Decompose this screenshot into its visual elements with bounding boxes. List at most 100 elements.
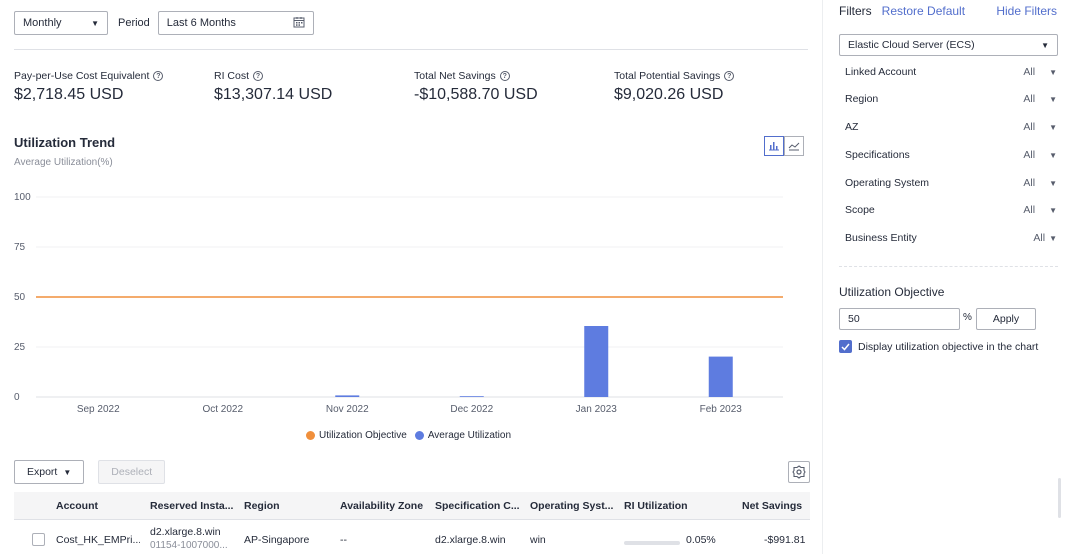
y-tick-label: 50: [14, 292, 26, 303]
display-objective-option[interactable]: Display utilization objective in the cha…: [839, 340, 1038, 353]
chevron-down-icon: ▼: [1049, 205, 1057, 215]
filter-label: AZ: [845, 121, 859, 133]
chevron-down-icon: ▼: [63, 467, 72, 477]
period-select[interactable]: Last 6 Months: [157, 11, 314, 35]
cell-region: AP-Singapore: [244, 534, 310, 546]
filter-value: All: [1023, 66, 1036, 78]
granularity-value: Monthly: [23, 17, 62, 29]
stat-ri-cost: RI Cost? $13,307.14 USD: [214, 70, 414, 104]
cell-os: win: [530, 534, 546, 546]
column-header[interactable]: Reserved Insta...: [150, 500, 233, 512]
legend-item-average[interactable]: Average Utilization: [414, 430, 512, 441]
stat-label: Total Potential Savings: [614, 70, 721, 82]
filter-az[interactable]: AZ All ▼: [845, 121, 1057, 133]
filter-label: Scope: [845, 204, 875, 216]
column-header[interactable]: Specification C...: [435, 500, 520, 512]
chevron-down-icon: ▼: [1041, 40, 1049, 50]
stat-label: RI Cost: [214, 70, 250, 82]
cell-utilization: 0.05%: [686, 534, 716, 546]
help-icon[interactable]: ?: [724, 71, 735, 81]
y-tick-label: 25: [14, 342, 26, 353]
filter-value: All: [1023, 177, 1036, 189]
cell-account: Cost_HK_EMPri...: [56, 534, 140, 546]
checkbox-checked-icon[interactable]: [839, 340, 852, 353]
filters-title: Filters: [839, 4, 872, 18]
hide-filters-link[interactable]: Hide Filters: [996, 4, 1057, 18]
chevron-down-icon: ▼: [1049, 178, 1057, 188]
stat-net-savings: Total Net Savings? -$10,588.70 USD: [414, 70, 614, 104]
x-tick-label: Feb 2023: [700, 404, 743, 415]
stat-value: $13,307.14 USD: [214, 86, 333, 103]
granularity-select[interactable]: Monthly ▼: [14, 11, 108, 35]
filter-operating-system[interactable]: Operating System All ▼: [845, 177, 1057, 189]
filter-region[interactable]: Region All ▼: [845, 93, 1057, 105]
bar-average-utilization: [335, 395, 360, 397]
column-header[interactable]: RI Utilization: [624, 500, 688, 512]
deselect-label: Deselect: [111, 466, 153, 478]
restore-default-link[interactable]: Restore Default: [882, 4, 965, 18]
filter-label: Region: [845, 93, 879, 105]
chart-subtitle: Average Utilization(%): [14, 157, 113, 168]
bar-average-utilization: [459, 396, 484, 397]
legend-label: Utilization Objective: [319, 430, 407, 441]
chart-type-toggle: [764, 136, 804, 156]
filter-value: All: [1023, 204, 1036, 216]
y-tick-label: 0: [14, 392, 20, 403]
period-value: Last 6 Months: [166, 17, 236, 29]
export-button[interactable]: Export ▼: [14, 460, 85, 484]
table-header: Account Reserved Insta... Region Availab…: [14, 492, 810, 520]
bar-average-utilization: [584, 326, 609, 397]
chevron-down-icon: ▼: [1049, 67, 1057, 77]
percent-symbol: %: [963, 312, 972, 323]
filter-scope[interactable]: Scope All ▼: [845, 204, 1057, 216]
x-tick-label: Dec 2022: [450, 404, 493, 415]
column-header[interactable]: Net Savings: [742, 500, 802, 512]
cell-reserved-instance[interactable]: d2.xlarge.8.win: [150, 526, 221, 538]
cell-reserved-instance-id: 01154-1007000...: [150, 540, 228, 551]
deselect-button[interactable]: Deselect: [98, 460, 166, 484]
divider: [839, 266, 1058, 267]
stat-potential-savings: Total Potential Savings? $9,020.26 USD: [614, 70, 814, 104]
y-tick-label: 75: [14, 242, 26, 253]
filter-business-entity[interactable]: Business Entity All ▼: [845, 232, 1057, 244]
legend-label: Average Utilization: [427, 430, 512, 441]
main-panel: Monthly ▼ Period Last 6 Months Pay-per-U…: [0, 0, 822, 554]
help-icon[interactable]: ?: [499, 71, 510, 81]
stat-label: Pay-per-Use Cost Equivalent: [14, 70, 150, 82]
x-tick-label: Oct 2022: [202, 404, 243, 415]
row-checkbox[interactable]: [32, 533, 45, 546]
utilization-chart: 0 25 50 75 100 Sep 2022 Oct 2022 Nov 2022 Dec 20…: [14, 192, 783, 415]
legend-dot: [414, 431, 424, 440]
stat-value: -$10,588.70 USD: [414, 86, 538, 103]
scrollbar[interactable]: [1058, 478, 1061, 518]
bar-chart-icon[interactable]: [764, 136, 784, 156]
help-icon[interactable]: ?: [253, 71, 264, 81]
filter-specifications[interactable]: Specifications All ▼: [845, 149, 1057, 161]
help-icon[interactable]: ?: [153, 71, 164, 81]
chevron-down-icon: ▼: [91, 18, 99, 28]
filter-value: All: [1033, 232, 1046, 244]
filter-label: Operating System: [845, 177, 930, 189]
filter-label: Business Entity: [845, 232, 917, 244]
table-toolbar: Export ▼ Deselect: [14, 460, 810, 484]
objective-input[interactable]: 50: [839, 308, 960, 330]
gear-icon[interactable]: [788, 461, 810, 483]
legend-item-objective[interactable]: Utilization Objective: [306, 430, 407, 441]
stat-value: $9,020.26 USD: [614, 86, 724, 103]
column-header[interactable]: Availability Zone: [340, 500, 423, 512]
chevron-down-icon: ▼: [1049, 122, 1057, 132]
stat-value: $2,718.45 USD: [14, 86, 124, 103]
filter-linked-account[interactable]: Linked Account All ▼: [845, 66, 1057, 78]
x-tick-label: Nov 2022: [326, 404, 369, 415]
period-label: Period: [118, 17, 150, 29]
service-value: Elastic Cloud Server (ECS): [848, 39, 975, 51]
apply-button[interactable]: Apply: [976, 308, 1036, 330]
table-row[interactable]: Cost_HK_EMPri... d2.xlarge.8.win 01154-1…: [14, 522, 810, 554]
column-header[interactable]: Operating Syst...: [530, 500, 613, 512]
service-select[interactable]: Elastic Cloud Server (ECS) ▼: [839, 34, 1058, 56]
x-tick-label: Jan 2023: [576, 404, 618, 415]
line-chart-icon[interactable]: [784, 136, 804, 156]
column-header[interactable]: Region: [244, 500, 280, 512]
column-header[interactable]: Account: [56, 500, 98, 512]
y-tick-label: 100: [14, 192, 31, 203]
